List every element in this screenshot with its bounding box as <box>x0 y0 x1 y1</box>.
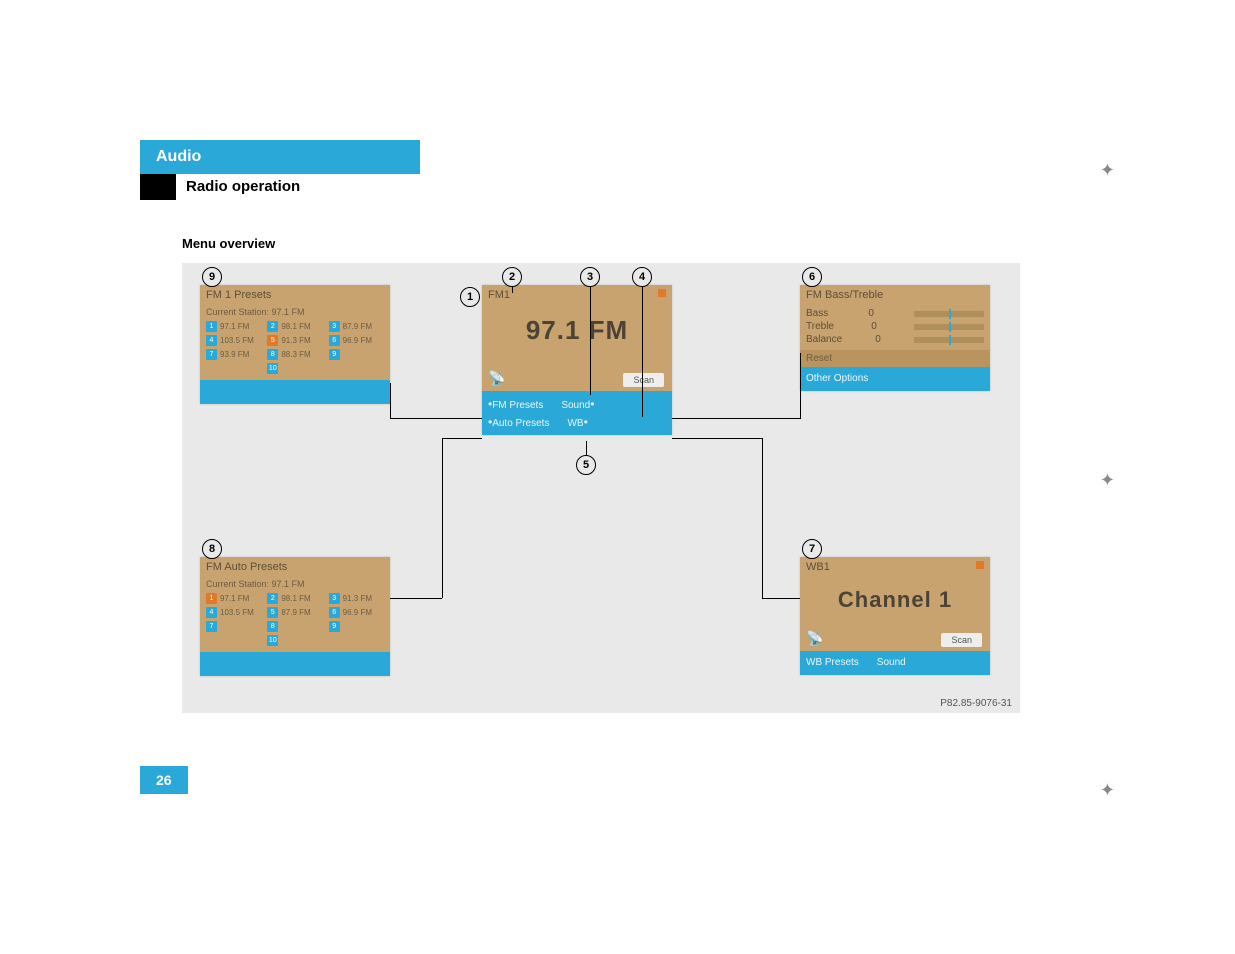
current-station-label: Current Station: 97.1 FM <box>206 579 384 589</box>
screen-main-radio: FM1 97.1 FM 📡 Scan •FM Presets Sound• •A… <box>482 285 672 435</box>
screen-title: FM 1 Presets <box>200 285 390 305</box>
softkey-sound[interactable]: Sound• <box>561 397 594 411</box>
softkey-wb-presets[interactable]: WB Presets <box>806 657 859 669</box>
balance-slider[interactable] <box>914 337 984 343</box>
softkey-fm-presets[interactable]: •FM Presets <box>488 397 543 411</box>
antenna-icon: 📡 <box>806 630 823 647</box>
section-row: Radio operation <box>140 174 1060 200</box>
screen-fm-auto-presets: FM Auto Presets Current Station: 97.1 FM… <box>200 557 390 676</box>
screen-title: FM Bass/Treble <box>800 285 990 305</box>
band-label: WB1 <box>806 561 830 573</box>
callout-4: 4 <box>632 267 652 287</box>
crop-mark-icon: ✦ <box>1100 160 1115 181</box>
band-label: FM1 <box>488 289 510 301</box>
current-station-label: Current Station: 97.1 FM <box>206 307 384 317</box>
channel-display: Channel 1 <box>806 579 984 615</box>
softkey-auto-presets[interactable]: •Auto Presets <box>488 415 549 429</box>
softkey-bar: Other Options <box>800 367 990 391</box>
treble-slider[interactable] <box>914 324 984 330</box>
screen-bass-treble: FM Bass/Treble Bass0 Treble0 Balance0 Re… <box>800 285 990 391</box>
softkey-bar: •FM Presets Sound• •Auto Presets WB• <box>482 391 672 435</box>
image-reference-code: P82.85-9076-31 <box>940 698 1012 709</box>
softkey-bar: WB Presets Sound <box>800 651 990 675</box>
callout-8: 8 <box>202 539 222 559</box>
section-marker <box>140 174 176 200</box>
crop-mark-icon: ✦ <box>1100 470 1115 491</box>
preset-grid: 197.1 FM 298.1 FM 391.3 FM 4103.5 FM 587… <box>206 593 384 646</box>
preset-grid: 197.1 FM 298.1 FM 387.9 FM 4103.5 FM 591… <box>206 321 384 374</box>
callout-1: 1 <box>460 287 480 307</box>
screen-title: FM Auto Presets <box>200 557 390 577</box>
frequency-display: 97.1 FM <box>488 307 666 348</box>
callout-9: 9 <box>202 267 222 287</box>
callout-6: 6 <box>802 267 822 287</box>
menu-overview-diagram: FM 1 Presets Current Station: 97.1 FM 19… <box>182 263 1020 713</box>
callout-5: 5 <box>576 455 596 475</box>
section-title: Radio operation <box>176 174 310 200</box>
indicator-icon <box>658 289 666 297</box>
softkey-bar <box>200 652 390 676</box>
scan-button[interactable]: Scan <box>623 373 664 387</box>
page-number: 26 <box>140 766 188 794</box>
indicator-icon <box>976 561 984 569</box>
antenna-icon: 📡 <box>488 370 505 387</box>
screen-fm1-presets: FM 1 Presets Current Station: 97.1 FM 19… <box>200 285 390 404</box>
softkey-sound[interactable]: Sound <box>877 657 906 669</box>
subsection-title: Menu overview <box>182 236 1060 251</box>
reset-row[interactable]: Reset <box>800 350 990 367</box>
chapter-heading: Audio <box>140 140 420 174</box>
manual-page: Audio Radio operation Menu overview FM 1… <box>140 140 1060 713</box>
softkey-other-options[interactable]: Other Options <box>806 373 868 385</box>
scan-button[interactable]: Scan <box>941 633 982 647</box>
bass-slider[interactable] <box>914 311 984 317</box>
callout-3: 3 <box>580 267 600 287</box>
callout-2: 2 <box>502 267 522 287</box>
screen-wb: WB1 Channel 1 📡 Scan WB Presets Sound <box>800 557 990 675</box>
softkey-bar <box>200 380 390 404</box>
callout-7: 7 <box>802 539 822 559</box>
crop-mark-icon: ✦ <box>1100 780 1115 801</box>
softkey-wb[interactable]: WB• <box>567 415 587 429</box>
